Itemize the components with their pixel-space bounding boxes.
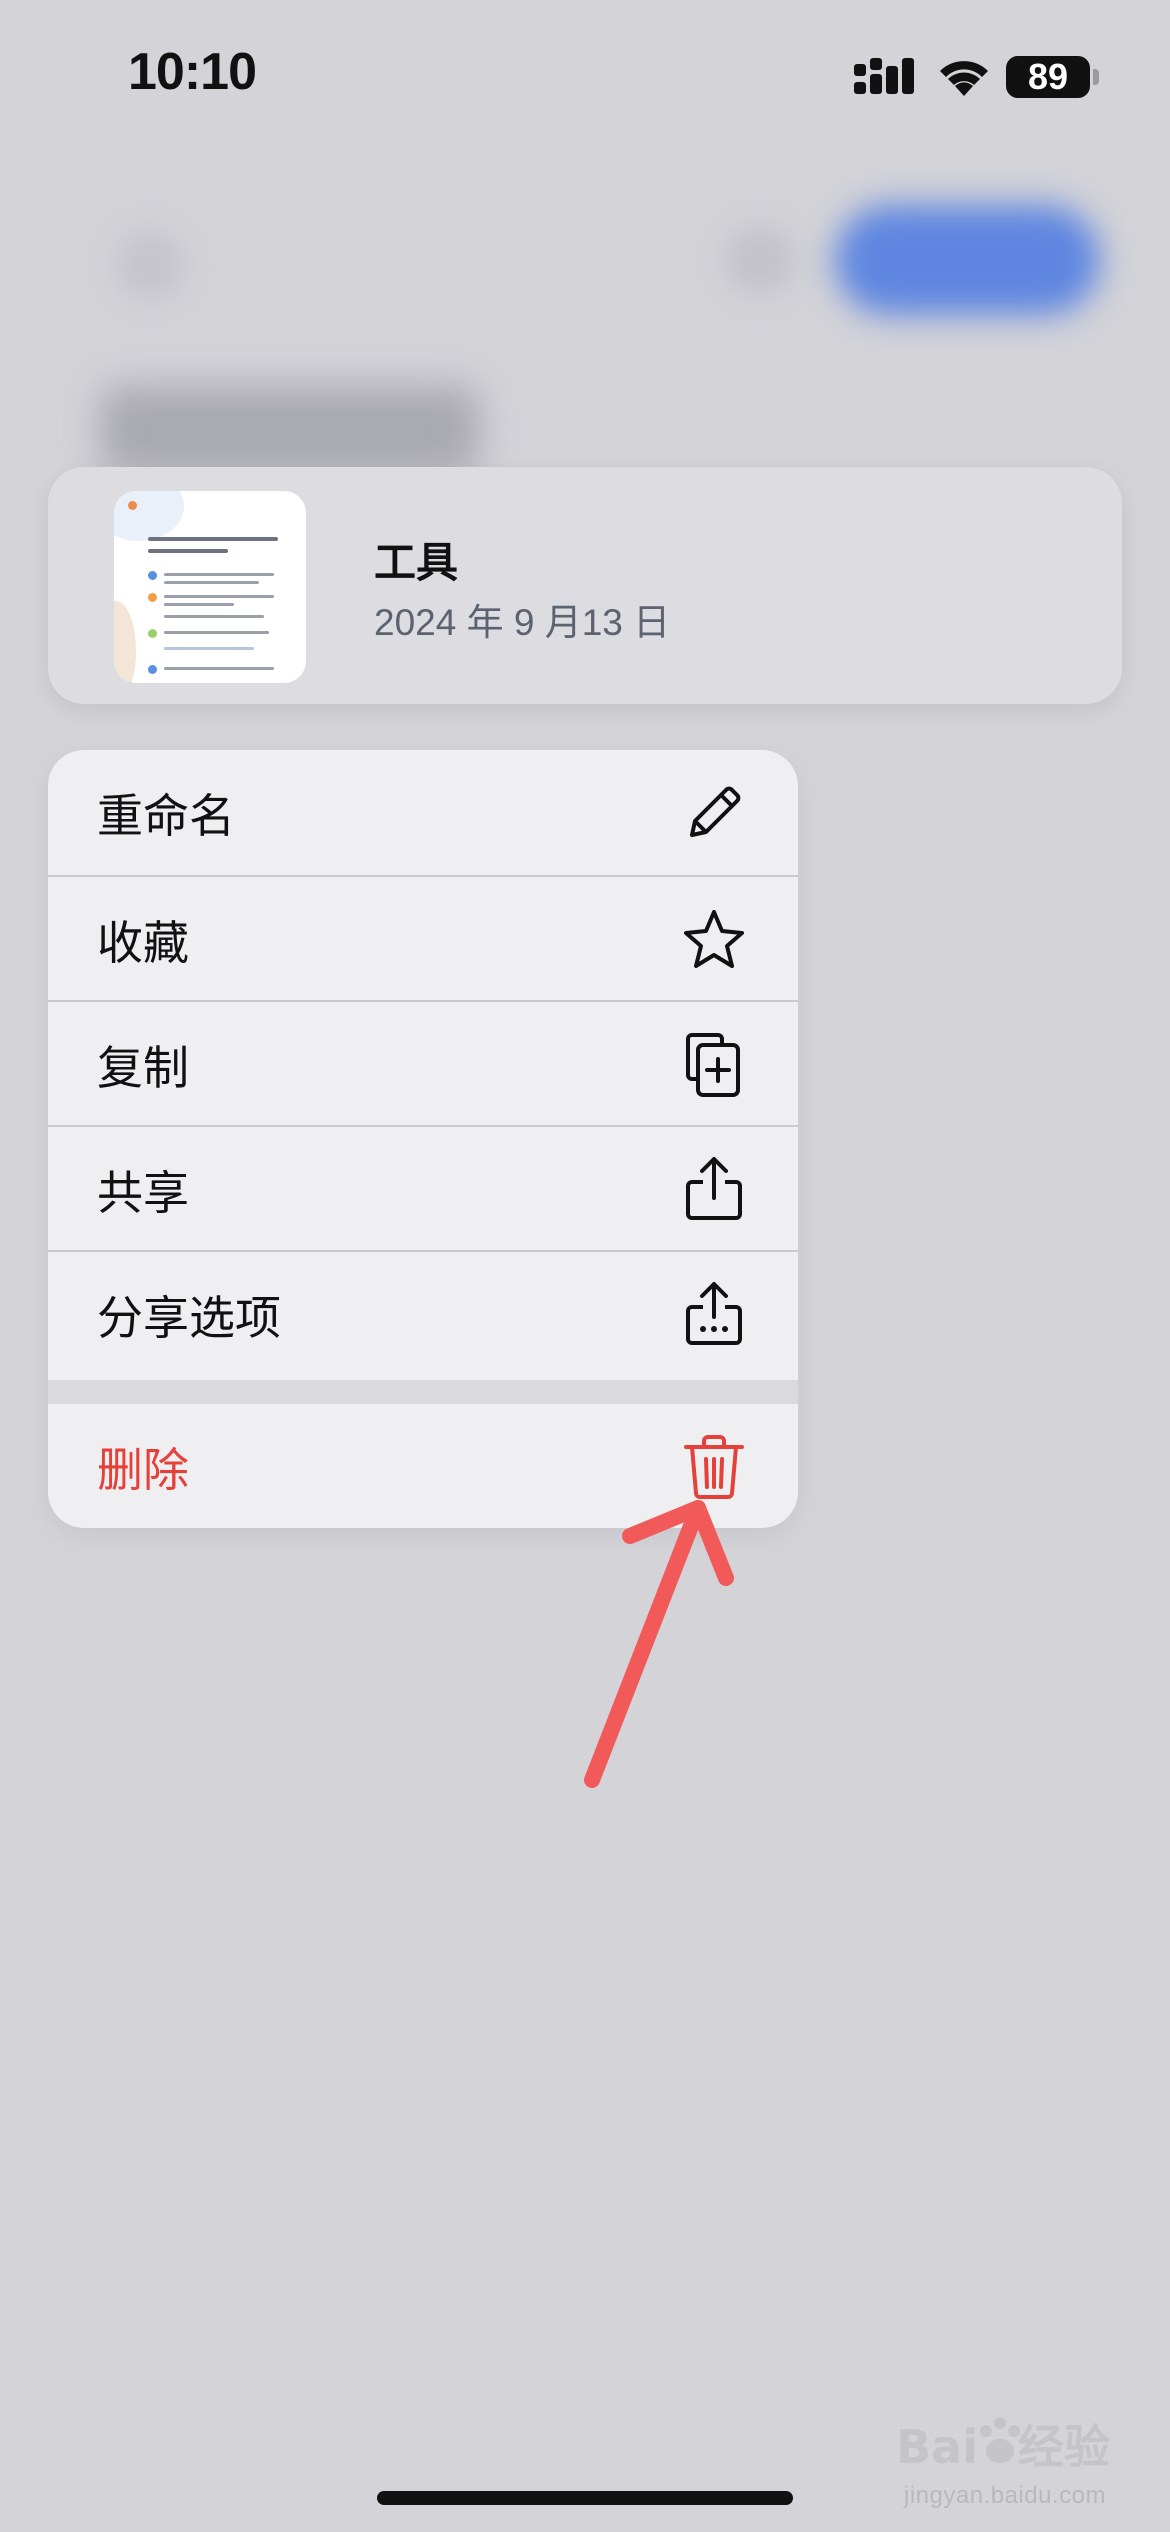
svg-text:Bai: Bai [896,2420,978,2474]
menu-item-label: 收藏 [97,916,189,969]
watermark-logo: Bai 经验 [896,2417,1110,2474]
context-menu: 重命名 收藏 复制 共享 分享选项 删除 [48,750,798,1528]
status-bar: 10:10 89 [0,0,1170,150]
wifi-icon [940,61,988,96]
menu-section-separator [48,1380,798,1404]
thumbnail-text-line [164,573,274,576]
thumbnail-text-line [164,667,274,670]
background-back-icon [115,230,185,300]
thumbnail-decoration [148,629,157,638]
file-name: 工具 [374,539,459,586]
thumbnail-text-line [164,581,259,584]
file-preview-card[interactable]: 工具 2024 年 9 月13 日 [48,467,1122,704]
battery-indicator: 89 [1006,56,1090,98]
thumbnail-text-line [164,603,234,606]
background-title [100,385,480,475]
share-options-icon [686,1281,742,1345]
thumbnail-text-line [164,647,254,650]
menu-item-favorite[interactable]: 收藏 [48,875,798,1002]
menu-item-share[interactable]: 共享 [48,1125,798,1252]
menu-item-label: 复制 [97,1041,189,1094]
background-primary-button [835,205,1100,315]
annotation-arrow [584,1500,734,1788]
home-indicator[interactable] [377,2491,793,2505]
thumbnail-decoration [114,491,184,541]
menu-item-label: 分享选项 [97,1291,281,1344]
menu-item-label: 删除 [97,1443,189,1496]
thumbnail-decoration [128,501,137,510]
share-icon [686,1156,742,1220]
menu-item-label: 共享 [97,1166,189,1219]
thumbnail-decoration [114,601,136,683]
svg-text:经验: 经验 [1018,2420,1110,2474]
pencil-icon [690,786,741,837]
star-icon [684,909,744,968]
menu-item-share-options[interactable]: 分享选项 [48,1250,798,1377]
thumbnail-decoration [148,571,157,580]
watermark-url: jingyan.baidu.com [904,2482,1106,2509]
file-date: 2024 年 9 月13 日 [374,602,671,643]
thumbnail-text-line [164,631,269,634]
battery-cap [1093,69,1099,85]
menu-item-label: 重命名 [97,789,235,842]
thumbnail-text-line [148,537,278,541]
thumbnail-decoration [148,665,157,674]
duplicate-icon [686,1032,740,1097]
menu-item-duplicate[interactable]: 复制 [48,1000,798,1127]
status-time: 10:10 [128,43,257,101]
cellular-signal-icon [854,58,914,94]
menu-item-rename[interactable]: 重命名 [48,750,798,875]
background-share-icon [725,225,795,295]
thumbnail-text-line [148,549,228,553]
thumbnail-text-line [164,595,274,598]
document-thumbnail [114,491,306,683]
thumbnail-decoration [148,593,157,602]
thumbnail-text-line [164,615,264,618]
